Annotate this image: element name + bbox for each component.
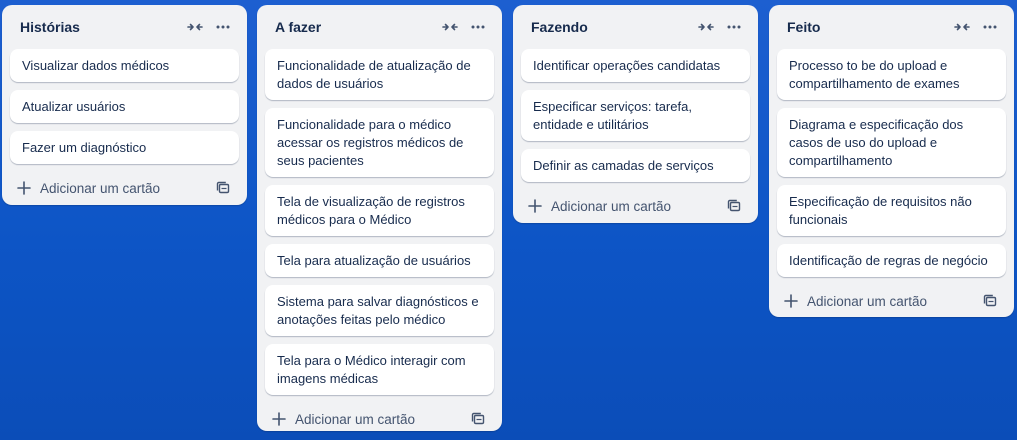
add-card-label: Adicionar um cartão [807, 293, 928, 309]
list-header: Fazendo [521, 5, 750, 49]
list-title[interactable]: Histórias [20, 19, 181, 35]
plus-icon [16, 180, 32, 196]
board-canvas: Histórias Visualizar dados médicos Atual… [0, 0, 1017, 440]
list-a-fazer: A fazer Funcionalidade de atualização de… [257, 5, 502, 431]
add-card-button[interactable]: Adicionar um cartão [16, 180, 209, 196]
plus-icon [783, 293, 799, 309]
card[interactable]: Funcionalidade para o médico acessar os … [265, 108, 494, 177]
card[interactable]: Diagrama e especificação dos casos de us… [777, 108, 1006, 177]
list-fazendo: Fazendo Identificar operações candidatas… [513, 5, 758, 223]
card[interactable]: Funcionalidade de atualização de dados d… [265, 49, 494, 100]
list-header: Histórias [10, 5, 239, 49]
card[interactable]: Definir as camadas de serviços [521, 149, 750, 182]
card-list: Funcionalidade de atualização de dados d… [265, 49, 494, 395]
card[interactable]: Identificar operações candidatas [521, 49, 750, 82]
add-card-button[interactable]: Adicionar um cartão [271, 411, 464, 427]
card-template-icon[interactable] [976, 287, 1004, 315]
card[interactable]: Sistema para salvar diagnósticos e anota… [265, 285, 494, 336]
more-horizontal-icon[interactable] [464, 13, 492, 41]
list-title[interactable]: Feito [787, 19, 948, 35]
more-horizontal-icon[interactable] [209, 13, 237, 41]
collapse-arrows-icon[interactable] [948, 13, 976, 41]
card[interactable]: Tela de visualização de registros médico… [265, 185, 494, 236]
card[interactable]: Tela para o Médico interagir com imagens… [265, 344, 494, 395]
card-list: Identificar operações candidatas Especif… [521, 49, 750, 182]
list-footer: Adicionar um cartão [265, 399, 494, 439]
card[interactable]: Fazer um diagnóstico [10, 131, 239, 164]
list-footer: Adicionar um cartão [777, 281, 1006, 321]
list-title[interactable]: Fazendo [531, 19, 692, 35]
card-template-icon[interactable] [720, 192, 748, 220]
card-template-icon[interactable] [209, 174, 237, 202]
list-title[interactable]: A fazer [275, 19, 436, 35]
card[interactable]: Visualizar dados médicos [10, 49, 239, 82]
card[interactable]: Processo to be do upload e compartilhame… [777, 49, 1006, 100]
add-card-label: Adicionar um cartão [295, 411, 416, 427]
more-horizontal-icon[interactable] [976, 13, 1004, 41]
add-card-button[interactable]: Adicionar um cartão [783, 293, 976, 309]
card-template-icon[interactable] [464, 405, 492, 433]
card[interactable]: Tela para atualização de usuários [265, 244, 494, 277]
collapse-arrows-icon[interactable] [181, 13, 209, 41]
list-footer: Adicionar um cartão [521, 186, 750, 226]
plus-icon [527, 198, 543, 214]
more-horizontal-icon[interactable] [720, 13, 748, 41]
card[interactable]: Especificar serviços: tarefa, entidade e… [521, 90, 750, 141]
list-header: A fazer [265, 5, 494, 49]
plus-icon [271, 411, 287, 427]
collapse-arrows-icon[interactable] [692, 13, 720, 41]
card-list: Processo to be do upload e compartilhame… [777, 49, 1006, 277]
collapse-arrows-icon[interactable] [436, 13, 464, 41]
card[interactable]: Identificação de regras de negócio [777, 244, 1006, 277]
add-card-label: Adicionar um cartão [40, 180, 161, 196]
list-footer: Adicionar um cartão [10, 168, 239, 208]
card[interactable]: Especificação de requisitos não funciona… [777, 185, 1006, 236]
list-historias: Histórias Visualizar dados médicos Atual… [2, 5, 247, 205]
card-list: Visualizar dados médicos Atualizar usuár… [10, 49, 239, 164]
add-card-label: Adicionar um cartão [551, 198, 672, 214]
list-feito: Feito Processo to be do upload e compart… [769, 5, 1014, 317]
card[interactable]: Atualizar usuários [10, 90, 239, 123]
add-card-button[interactable]: Adicionar um cartão [527, 198, 720, 214]
list-header: Feito [777, 5, 1006, 49]
